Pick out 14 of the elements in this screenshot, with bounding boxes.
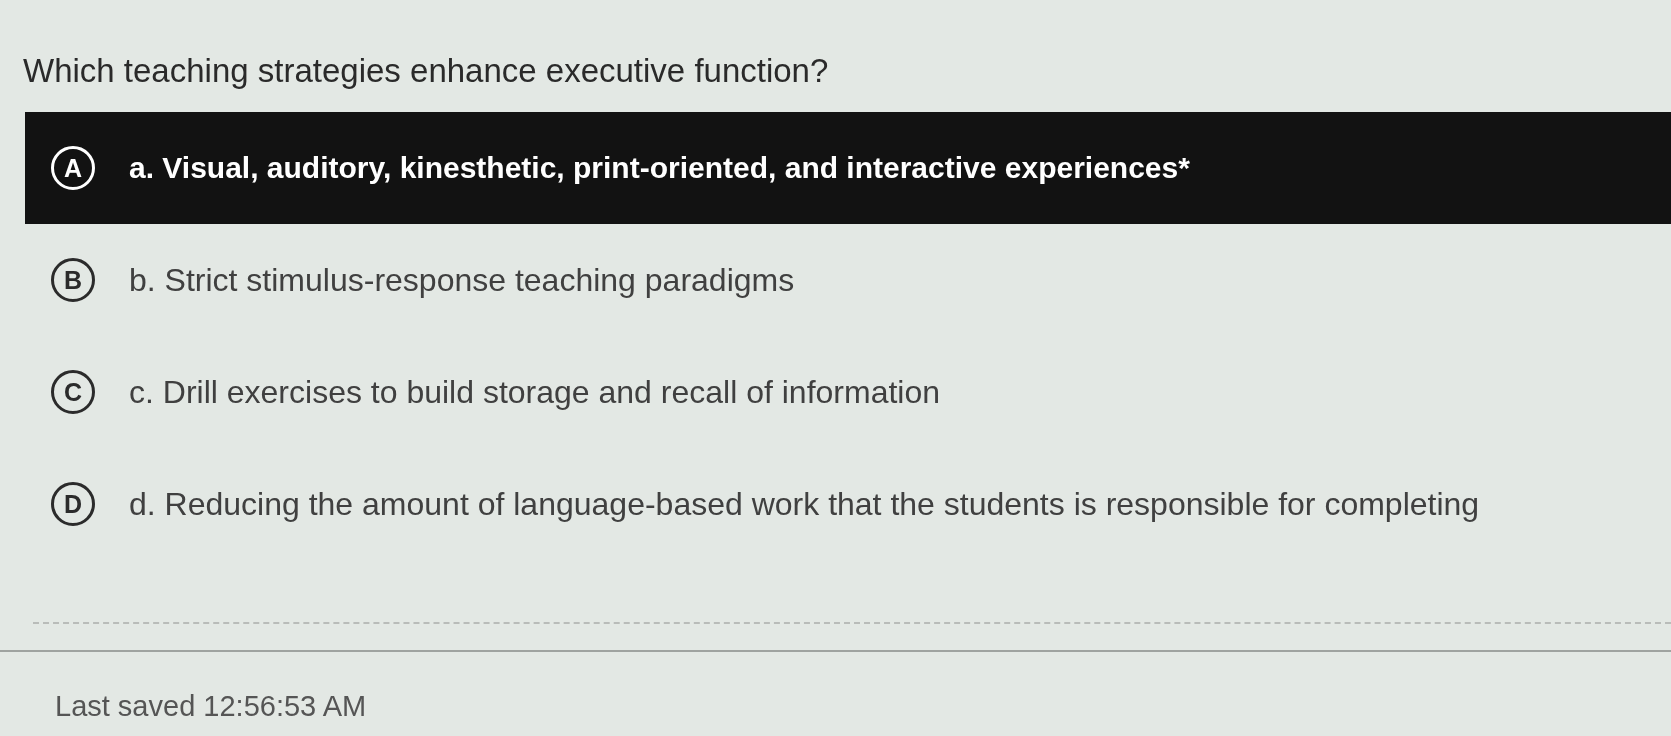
- answer-option[interactable]: C c. Drill exercises to build storage and recall of information: [25, 336, 1671, 448]
- answer-option[interactable]: B b. Strict stimulus-response teaching paradigms: [25, 224, 1671, 336]
- option-text: d. Reducing the amount of language-based work that the students is responsible for completing: [129, 485, 1480, 523]
- option-text: b. Strict stimulus-response teaching paradigms: [129, 261, 795, 299]
- answer-option[interactable]: D d. Reducing the amount of language-based work that the students is responsible for completing: [25, 448, 1671, 560]
- option-radio[interactable]: A: [51, 146, 95, 190]
- option-radio[interactable]: D: [51, 482, 95, 526]
- option-radio[interactable]: C: [51, 370, 95, 414]
- answer-option[interactable]: A a. Visual, auditory, kinesthetic, print-oriented, and interactive experiences*: [25, 112, 1671, 224]
- question-text: Which teaching strategies enhance executive function?: [23, 51, 829, 91]
- option-radio[interactable]: B: [51, 258, 95, 302]
- option-text: a. Visual, auditory, kinesthetic, print-oriented, and interactive experiences*: [129, 151, 1190, 185]
- option-text: c. Drill exercises to build storage and recall of information: [129, 373, 941, 411]
- last-saved-text: Last saved 12:56:53 AM: [55, 690, 367, 723]
